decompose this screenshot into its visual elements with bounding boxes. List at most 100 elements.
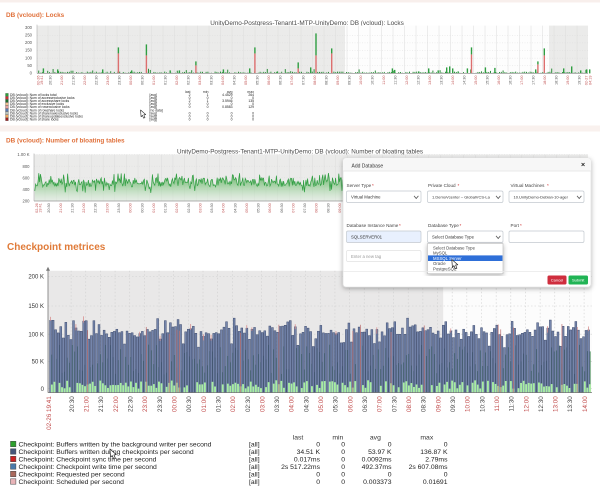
svg-text:DB (vcloud): Number of bloatin: DB (vcloud): Number of bloating tables (6, 138, 125, 145)
svg-text:09:00: 09:00 (336, 76, 340, 86)
svg-text:0: 0 (207, 117, 209, 121)
svg-text:*: * (372, 183, 374, 188)
svg-text:19:00: 19:00 (566, 76, 570, 86)
svg-text:*: * (520, 223, 522, 228)
svg-text:0: 0 (444, 442, 448, 449)
svg-text:12:30: 12:30 (417, 76, 421, 86)
svg-text:23:00: 23:00 (106, 76, 110, 86)
svg-text:07:00: 07:00 (291, 203, 295, 213)
svg-text:300: 300 (25, 25, 33, 30)
svg-text:21:00: 21:00 (60, 76, 64, 86)
svg-text:Private Cloud: Private Cloud (428, 183, 456, 188)
svg-text:05:30: 05:30 (256, 76, 260, 86)
svg-text:*: * (458, 183, 460, 188)
svg-text:Server Type: Server Type (347, 183, 372, 188)
svg-text:Checkpoint: Requested per seco: Checkpoint: Requested per second (19, 472, 125, 479)
svg-text:200: 200 (23, 198, 31, 203)
svg-text:Checkpoint: Checkpoint write t: Checkpoint: Checkpoint write time per se… (19, 464, 157, 471)
svg-text:06:30: 06:30 (279, 76, 283, 86)
svg-text:*: * (460, 223, 462, 228)
svg-text:Select Database Type: Select Database Type (433, 245, 476, 250)
svg-text:[all]: [all] (249, 442, 260, 449)
svg-text:DB (vcloud): Locks: DB (vcloud): Locks (6, 12, 65, 19)
svg-text:[avg]: [avg] (150, 117, 157, 121)
svg-text:100 K: 100 K (28, 332, 44, 338)
svg-text:05:30: 05:30 (333, 396, 340, 412)
svg-text:06:00: 06:00 (268, 203, 272, 213)
svg-text:00:30: 00:30 (140, 203, 144, 213)
svg-text:Virtual Machines: Virtual Machines (511, 183, 546, 188)
svg-text:DB (vcloud): Num of share lock: DB (vcloud): Num of share locks (10, 117, 59, 121)
svg-text:10:00: 10:00 (359, 76, 363, 86)
svg-text:23:30: 23:30 (118, 76, 122, 86)
svg-text:50 K: 50 K (32, 360, 44, 366)
svg-text:18:30: 18:30 (555, 76, 559, 86)
svg-text:21:00: 21:00 (59, 203, 63, 213)
svg-text:19:41: 19:41 (40, 76, 44, 86)
svg-text:21:30: 21:30 (72, 76, 76, 86)
svg-text:01:30: 01:30 (164, 203, 168, 213)
svg-text:08:00: 08:00 (406, 396, 413, 412)
svg-text:02:30: 02:30 (245, 396, 252, 412)
svg-text:01:00: 01:00 (152, 76, 156, 86)
svg-text:12:30: 12:30 (538, 396, 545, 412)
svg-text:0: 0 (444, 472, 448, 479)
svg-text:*: * (399, 223, 401, 228)
svg-text:136.87 K: 136.87 K (420, 449, 448, 456)
svg-text:600: 600 (23, 175, 31, 180)
svg-text:13:00: 13:00 (428, 76, 432, 86)
svg-text:last: last (293, 435, 304, 442)
svg-text:0.01691: 0.01691 (423, 479, 448, 486)
svg-text:1.DemoVcenter – GlobalVCS-La: 1.DemoVcenter – GlobalVCS-La (432, 195, 491, 200)
svg-text:05:30: 05:30 (257, 203, 261, 213)
svg-text:16:30: 16:30 (509, 75, 513, 85)
svg-text:16:00: 16:00 (497, 76, 501, 86)
svg-text:[all]: [all] (249, 472, 260, 479)
svg-text:100: 100 (25, 55, 33, 60)
svg-text:50: 50 (27, 63, 32, 68)
svg-text:[all]: [all] (249, 464, 260, 471)
svg-text:15:00: 15:00 (474, 76, 478, 86)
svg-text:05:00: 05:00 (244, 76, 248, 86)
svg-text:200 K: 200 K (28, 275, 44, 281)
svg-text:0: 0 (316, 479, 320, 486)
svg-text:09:30: 09:30 (450, 396, 457, 412)
svg-text:04:00: 04:00 (289, 396, 296, 412)
svg-text:10.UnityDemo-Debian-10-ager: 10.UnityDemo-Debian-10-ager (514, 195, 569, 200)
svg-text:02:30: 02:30 (187, 203, 191, 213)
svg-text:0.0092ms: 0.0092ms (362, 457, 392, 464)
svg-text:2s 607.08ms: 2s 607.08ms (409, 464, 449, 471)
svg-text:[all]: [all] (249, 479, 260, 486)
svg-text:22:30: 22:30 (95, 76, 99, 86)
svg-text:0: 0 (388, 472, 392, 479)
svg-text:14:30: 14:30 (463, 76, 467, 86)
svg-text:07:00: 07:00 (377, 396, 384, 412)
svg-text:08:30: 08:30 (325, 76, 329, 86)
svg-text:20:30: 20:30 (47, 203, 51, 213)
svg-text:150 K: 150 K (28, 304, 44, 310)
svg-text:0: 0 (231, 117, 233, 121)
svg-text:0: 0 (189, 105, 191, 109)
svg-text:20:30: 20:30 (69, 396, 76, 412)
svg-text:23:00: 23:00 (142, 396, 149, 412)
svg-text:10:30: 10:30 (371, 76, 375, 86)
svg-text:05:00: 05:00 (245, 203, 249, 213)
svg-text:0.017ms: 0.017ms (294, 457, 321, 464)
svg-text:Checkpoint: Checkpoint sync ti: Checkpoint: Checkpoint sync time per sec… (19, 457, 157, 464)
svg-text:Submit: Submit (572, 278, 585, 283)
svg-text:✕: ✕ (581, 163, 586, 169)
svg-text:00:00: 00:00 (129, 203, 133, 213)
svg-text:0: 0 (316, 472, 320, 479)
svg-text:18:00: 18:00 (543, 76, 547, 86)
svg-text:0.8583: 0.8583 (222, 105, 232, 109)
svg-text:0: 0 (341, 457, 345, 464)
svg-text:250: 250 (25, 33, 33, 38)
svg-text:23:30: 23:30 (157, 396, 164, 412)
svg-text:0: 0 (341, 464, 345, 471)
svg-text:08:30: 08:30 (326, 203, 330, 213)
svg-text:13:00: 13:00 (553, 396, 560, 412)
svg-text:SQLSERVER01: SQLSERVER01 (351, 235, 383, 240)
svg-text:08:00: 08:00 (315, 203, 319, 213)
svg-text:19:41: 19:41 (39, 203, 43, 213)
svg-text:Port: Port (511, 223, 520, 228)
